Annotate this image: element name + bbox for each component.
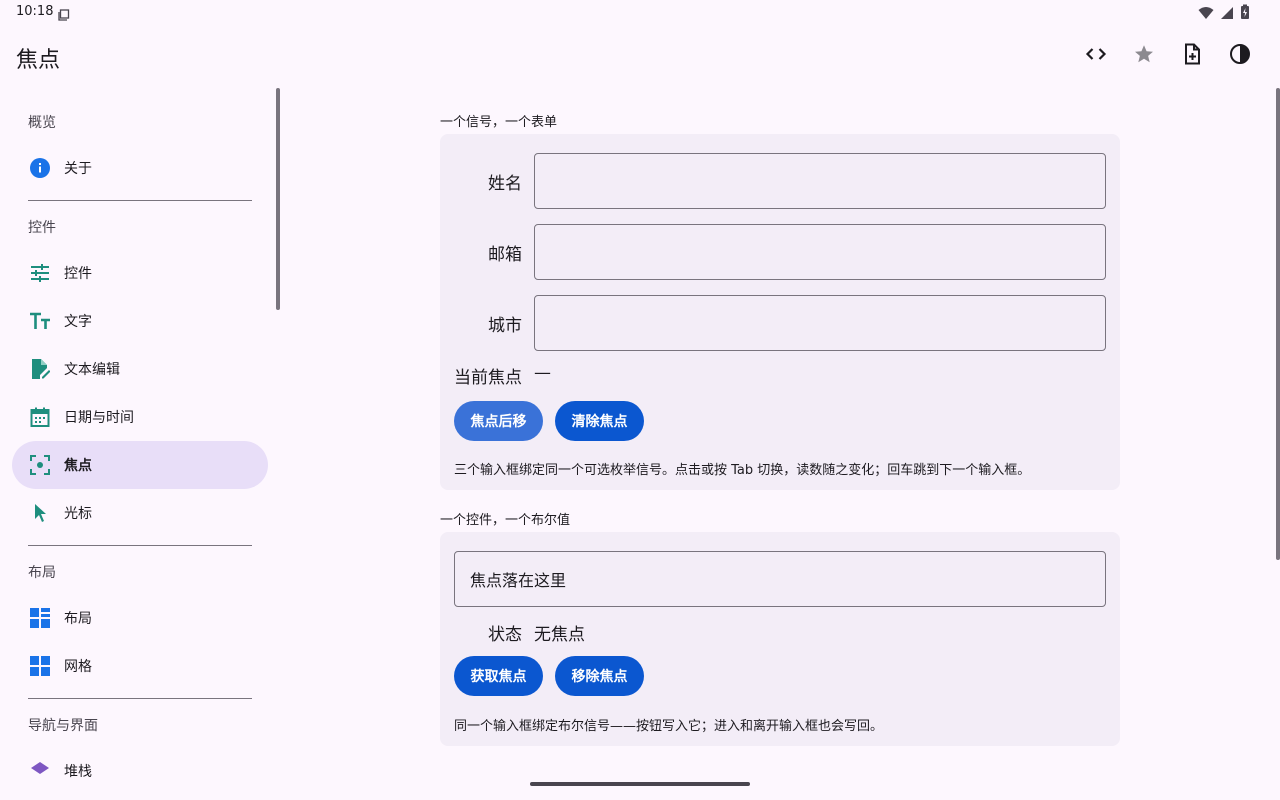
page-title: 焦点 bbox=[16, 48, 61, 73]
remove-focus-button[interactable]: 移除焦点 bbox=[555, 656, 644, 696]
form-helper-text: 三个输入框绑定同一个可选枚举信号。点击或按 Tab 切换，读数随之变化；回车跳到… bbox=[454, 463, 1031, 478]
name-field-label: 姓名 bbox=[488, 174, 522, 194]
email-field[interactable] bbox=[534, 224, 1106, 280]
layout-grid-icon bbox=[28, 606, 52, 630]
sidebar-item-cursor[interactable]: 光标 bbox=[12, 489, 268, 537]
state-label: 状态 bbox=[488, 625, 522, 645]
sidebar-item-date-time[interactable]: 日期与时间 bbox=[12, 393, 268, 441]
form-section-caption: 一个信号，一个表单 bbox=[440, 115, 558, 130]
sidebar-item-label: 关于 bbox=[64, 161, 92, 177]
top-app-bar: 焦点 bbox=[0, 32, 1280, 80]
gesture-navigation-bar[interactable] bbox=[530, 782, 750, 786]
sidebar-item-label: 控件 bbox=[64, 266, 92, 282]
sidebar-scrollbar[interactable] bbox=[276, 88, 280, 310]
wifi-icon bbox=[1198, 5, 1214, 24]
sidebar-item-layout[interactable]: 布局 bbox=[12, 594, 268, 642]
code-icon bbox=[1084, 42, 1108, 70]
signal-icon bbox=[1220, 5, 1234, 24]
sidebar-item-label: 焦点 bbox=[64, 458, 92, 474]
sidebar-item-label: 网格 bbox=[64, 659, 92, 675]
bool-helper-text: 同一个输入框绑定布尔信号——按钮写入它；进入和离开输入框也会写回。 bbox=[454, 719, 884, 734]
edit-document-icon bbox=[28, 357, 52, 381]
text-size-icon bbox=[28, 309, 52, 333]
focus-icon bbox=[28, 453, 52, 477]
request-focus-button[interactable]: 获取焦点 bbox=[454, 656, 543, 696]
add-document-icon bbox=[1180, 42, 1204, 70]
status-time: 10:18 bbox=[16, 4, 54, 19]
theme-toggle-button[interactable] bbox=[1216, 32, 1264, 80]
stack-icon bbox=[28, 759, 52, 783]
sidebar-divider bbox=[28, 698, 252, 699]
sidebar-divider bbox=[28, 200, 252, 201]
calendar-icon bbox=[28, 405, 52, 429]
new-document-button[interactable] bbox=[1168, 32, 1216, 80]
name-field[interactable] bbox=[534, 153, 1106, 209]
sidebar-item-label: 布局 bbox=[64, 611, 92, 627]
current-focus-label: 当前焦点 bbox=[454, 368, 522, 388]
section-header-controls: 控件 bbox=[28, 220, 56, 236]
sidebar-item-focus[interactable]: 焦点 bbox=[12, 441, 268, 489]
star-icon bbox=[1133, 43, 1155, 69]
sidebar-item-stack[interactable]: 堆栈 bbox=[12, 747, 268, 795]
sidebar-item-text-editing[interactable]: 文本编辑 bbox=[12, 345, 268, 393]
focus-previous-button[interactable]: 焦点后移 bbox=[454, 401, 543, 441]
sidebar-item-label: 堆栈 bbox=[64, 764, 92, 780]
tune-icon bbox=[28, 261, 52, 285]
battery-icon bbox=[1240, 4, 1250, 24]
sidebar-item-about[interactable]: 关于 bbox=[12, 144, 268, 192]
bool-card: 焦点落在这里 状态 无焦点 获取焦点 移除焦点 同一个输入框绑定布尔信号——按钮… bbox=[440, 532, 1120, 746]
code-button[interactable] bbox=[1072, 32, 1120, 80]
bool-section-caption: 一个控件，一个布尔值 bbox=[440, 513, 571, 528]
sidebar-item-grid[interactable]: 网格 bbox=[12, 642, 268, 690]
grid-icon bbox=[28, 654, 52, 678]
section-header-layout: 布局 bbox=[28, 565, 56, 581]
focus-target-field[interactable]: 焦点落在这里 bbox=[454, 551, 1106, 607]
state-value: 无焦点 bbox=[534, 625, 585, 645]
city-field-label: 城市 bbox=[488, 316, 522, 336]
sidebar-divider bbox=[28, 545, 252, 546]
content-scrollbar[interactable] bbox=[1276, 88, 1280, 560]
email-field-label: 邮箱 bbox=[488, 245, 522, 265]
navigation-sidebar: 概览 关于 控件 控件 文字 文本编辑 日期与时间 焦点 光标 布局 布局 网格… bbox=[0, 88, 280, 800]
sidebar-item-label: 文字 bbox=[64, 314, 92, 330]
current-focus-value: — bbox=[534, 363, 551, 383]
sidebar-item-label: 光标 bbox=[64, 506, 92, 522]
sidebar-item-text[interactable]: 文字 bbox=[12, 297, 268, 345]
sidebar-item-controls[interactable]: 控件 bbox=[12, 249, 268, 297]
favorite-button[interactable] bbox=[1120, 32, 1168, 80]
screenshot-notification-icon bbox=[58, 6, 70, 25]
section-header-navigation: 导航与界面 bbox=[28, 718, 98, 734]
cursor-icon bbox=[28, 501, 52, 525]
clear-focus-button[interactable]: 清除焦点 bbox=[555, 401, 644, 441]
form-card: 姓名 邮箱 城市 当前焦点 — 焦点后移 清除焦点 三个输入框绑定同一个可选枚举… bbox=[440, 134, 1120, 490]
sidebar-item-label: 日期与时间 bbox=[64, 410, 134, 426]
contrast-icon bbox=[1228, 42, 1252, 70]
section-header-overview: 概览 bbox=[28, 115, 56, 131]
sidebar-item-label: 文本编辑 bbox=[64, 362, 120, 378]
status-bar: 10:18 bbox=[0, 0, 1280, 24]
city-field[interactable] bbox=[534, 295, 1106, 351]
info-icon bbox=[28, 156, 52, 180]
